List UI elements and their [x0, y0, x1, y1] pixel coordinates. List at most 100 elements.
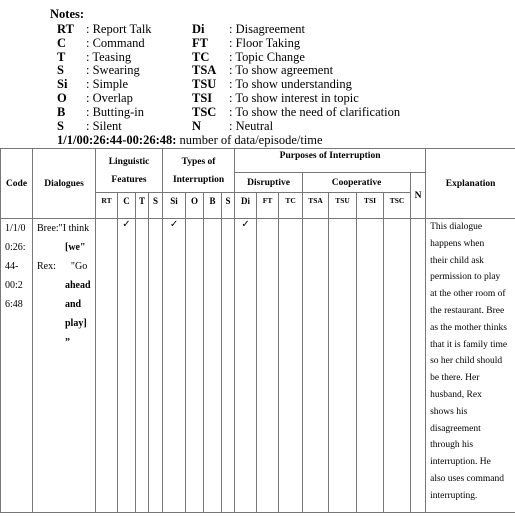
legend-desc: : Neutral: [229, 118, 274, 133]
explanation-line: their child ask: [430, 255, 484, 266]
cell-check: [278, 218, 304, 513]
cell-check: [302, 218, 330, 513]
legend-desc: : Silent: [86, 118, 122, 133]
legend-abbr: FT: [192, 35, 208, 50]
cell-explanation: This dialogue happens when their child ask…: [425, 218, 515, 513]
explanation-line: be there. Her: [430, 373, 480, 384]
cell-check: ✓: [117, 218, 136, 513]
legend-desc: : To show agreement: [229, 63, 334, 78]
explanation-line: that it is family time: [430, 339, 508, 350]
cell-check: [135, 218, 149, 513]
legend-abbr: TSU: [192, 77, 217, 92]
check-icon: ✓: [169, 219, 179, 230]
dialogue-line: [we": [65, 242, 86, 253]
subheader-tsi: TSI: [356, 192, 385, 219]
legend-desc: : Disagreement: [229, 22, 306, 36]
code-line: 00:2: [5, 280, 23, 291]
interruption-table: Code Dialogues Linguistic Features Types …: [0, 148, 515, 513]
legend-abbr: TSA: [192, 63, 217, 78]
explanation-line: permission to play: [430, 272, 501, 283]
legend-abbr: T: [57, 49, 66, 64]
cell-check: ✓: [162, 218, 187, 513]
explanation-line: disagreement: [430, 423, 481, 434]
header-dialogues: Dialogues: [32, 148, 96, 219]
subheader-rt: RT: [95, 192, 118, 219]
explanation-line: interruption. He: [430, 457, 491, 468]
format-key: 1/1/00:26:44-00:26:48:: [57, 133, 177, 147]
cell-check: [328, 218, 358, 513]
subheader-di: Di: [234, 192, 258, 219]
legend-abbr: TC: [192, 49, 210, 64]
cell-check: [95, 218, 118, 513]
legend-abbr: C: [57, 35, 67, 50]
format-desc: number of data/episode/time: [176, 133, 323, 147]
dialogue-line: Rex: "Go: [37, 261, 88, 272]
legend-desc: : Floor Taking: [229, 35, 301, 50]
explanation-line: shows his: [430, 406, 468, 417]
explanation-line: also uses command: [430, 473, 504, 484]
subheader-s: S: [221, 192, 236, 219]
cell-check: [185, 218, 205, 513]
dialogue-line: ”: [65, 337, 70, 348]
header-n: N: [410, 172, 427, 219]
check-icon: ✓: [122, 219, 131, 230]
subheader-s: S: [147, 192, 164, 219]
header-purposes: Purposes of Interruption: [234, 148, 427, 173]
explanation-line: so her child should: [430, 356, 503, 367]
subheader-c: C: [117, 192, 136, 219]
subheader-si: Si: [162, 192, 187, 219]
header-linguistic: Linguistic Features: [94, 148, 164, 193]
legend-desc: : Teasing: [86, 49, 132, 64]
legend-desc: : Report Talk: [86, 22, 152, 36]
legend-abbr: B: [57, 104, 66, 119]
subheader-ft: FT: [256, 192, 280, 219]
legend-desc: : Swearing: [86, 63, 140, 78]
header-disruptive: Disruptive: [234, 172, 304, 193]
subheader-tsc: TSC: [383, 192, 412, 219]
cell-check: [221, 218, 236, 513]
legend-desc: : Simple: [86, 77, 129, 92]
explanation-line: happens when: [430, 238, 485, 249]
cell-check: [203, 218, 223, 513]
explanation-line: at the other room of: [430, 289, 506, 300]
header-code: Code: [0, 148, 33, 219]
legend-desc: : Butting-in: [86, 104, 144, 119]
legend-abbr: Di: [192, 22, 205, 36]
header-types: Types of Interruption: [162, 148, 236, 193]
header-cooperative: Cooperative: [302, 172, 412, 193]
cell-check: [383, 218, 412, 513]
subheader-tsa: TSA: [302, 192, 330, 219]
subheader-t: T: [135, 192, 149, 219]
legend-desc: : To show the need of clarification: [229, 104, 401, 119]
check-icon: ✓: [241, 219, 250, 230]
subheader-b: B: [203, 192, 223, 219]
cell-check: [256, 218, 280, 513]
header-explanation: Explanation: [425, 148, 515, 219]
legend-abbr: TSC: [192, 104, 217, 119]
subheader-tc: TC: [278, 192, 304, 219]
cell-check: ✓: [234, 218, 258, 513]
dialogue-line: Bree:"I think: [37, 223, 90, 234]
cell-check: [147, 218, 164, 513]
legend-desc: : To show interest in topic: [229, 91, 359, 105]
code-line: 6:48: [5, 299, 23, 310]
cell-code: 1/1/0 0:26: 44- 00:2 6:48: [0, 218, 33, 513]
cell-check: [356, 218, 385, 513]
notes-title: Notes:: [50, 7, 85, 21]
legend-abbr: O: [57, 91, 67, 105]
dialogue-line: play]: [65, 318, 87, 329]
legend-abbr: RT: [57, 22, 74, 36]
explanation-line: the restaurant. Bree: [430, 305, 505, 316]
legend-abbr: TSI: [192, 91, 213, 105]
legend-abbr: S: [57, 63, 64, 78]
explanation-line: as the mother thinks: [430, 322, 507, 333]
code-line: 0:26:: [5, 242, 26, 253]
subheader-tsu: TSU: [328, 192, 358, 219]
legend-abbr: Si: [57, 77, 68, 92]
cell-check: [410, 218, 427, 513]
legend-abbr: N: [192, 118, 202, 133]
cell-dialogue: Bree:"I think [we" Rex: "Go ahead and play] ”: [32, 218, 96, 513]
legend-desc: : Overlap: [86, 91, 133, 105]
code-line: 1/1/0: [5, 223, 26, 234]
explanation-line: through his: [430, 440, 474, 451]
